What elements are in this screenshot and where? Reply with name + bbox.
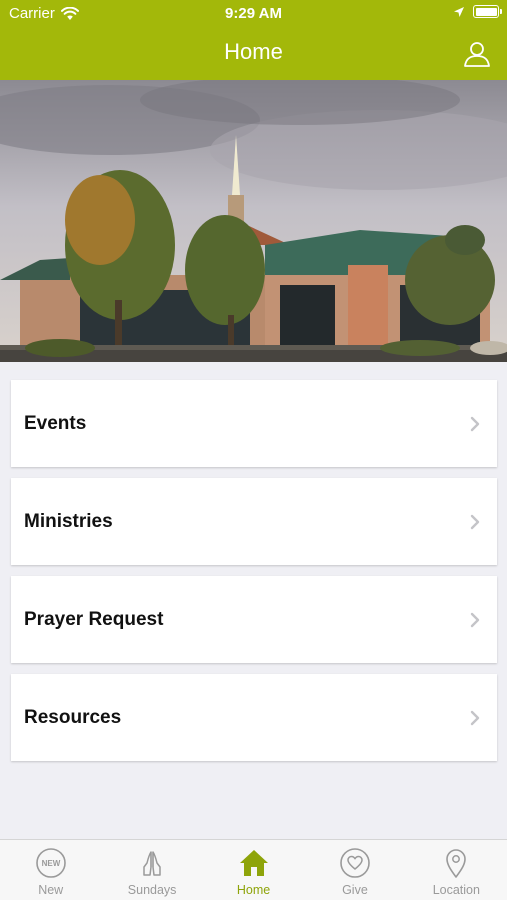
tab-home[interactable]: Home xyxy=(203,840,304,900)
new-badge-text: NEW xyxy=(41,859,60,868)
menu-item-label: Events xyxy=(24,412,87,434)
chevron-right-icon xyxy=(470,710,480,725)
tab-give[interactable]: Give xyxy=(304,840,405,900)
profile-icon[interactable] xyxy=(463,40,491,68)
location-pin-icon xyxy=(446,849,467,878)
menu-item-ministries[interactable]: Ministries xyxy=(11,478,497,565)
home-menu: Events Ministries Prayer Request Resourc… xyxy=(11,380,497,772)
menu-item-label: Resources xyxy=(24,706,122,728)
menu-item-label: Prayer Request xyxy=(24,608,164,630)
praying-hands-icon xyxy=(143,851,161,876)
church-photo-illustration xyxy=(0,80,507,362)
chevron-right-icon xyxy=(470,612,480,627)
home-icon xyxy=(239,850,268,876)
status-time: 9:29 AM xyxy=(225,5,282,22)
location-arrow-icon xyxy=(454,6,464,17)
chevron-right-icon xyxy=(470,416,480,431)
page-title: Home xyxy=(224,39,283,64)
menu-item-label: Ministries xyxy=(24,510,113,532)
tab-label: Sundays xyxy=(127,883,177,897)
menu-item-events[interactable]: Events xyxy=(11,380,497,467)
church-photo xyxy=(0,80,507,362)
tab-sundays[interactable]: Sundays xyxy=(101,840,202,900)
battery-icon xyxy=(473,5,502,18)
status-bar: Carrier 9:29 AM xyxy=(0,0,507,28)
new-badge-icon: NEW xyxy=(35,848,66,878)
tab-label: Home xyxy=(236,883,271,897)
tab-new[interactable]: NEW New xyxy=(0,840,101,900)
menu-item-resources[interactable]: Resources xyxy=(11,674,497,761)
heart-circle-icon xyxy=(340,848,370,878)
chevron-right-icon xyxy=(470,514,480,529)
tab-location[interactable]: Location xyxy=(406,840,507,900)
tab-bar: NEW New Sundays Home Give Location xyxy=(0,839,507,900)
tab-label: Location xyxy=(432,883,480,897)
status-indicators xyxy=(453,5,502,18)
tab-label: Give xyxy=(342,883,368,897)
tab-label: New xyxy=(38,883,64,897)
menu-item-prayer-request[interactable]: Prayer Request xyxy=(11,576,497,663)
navigation-header: Carrier 9:29 AM Home xyxy=(0,0,507,80)
